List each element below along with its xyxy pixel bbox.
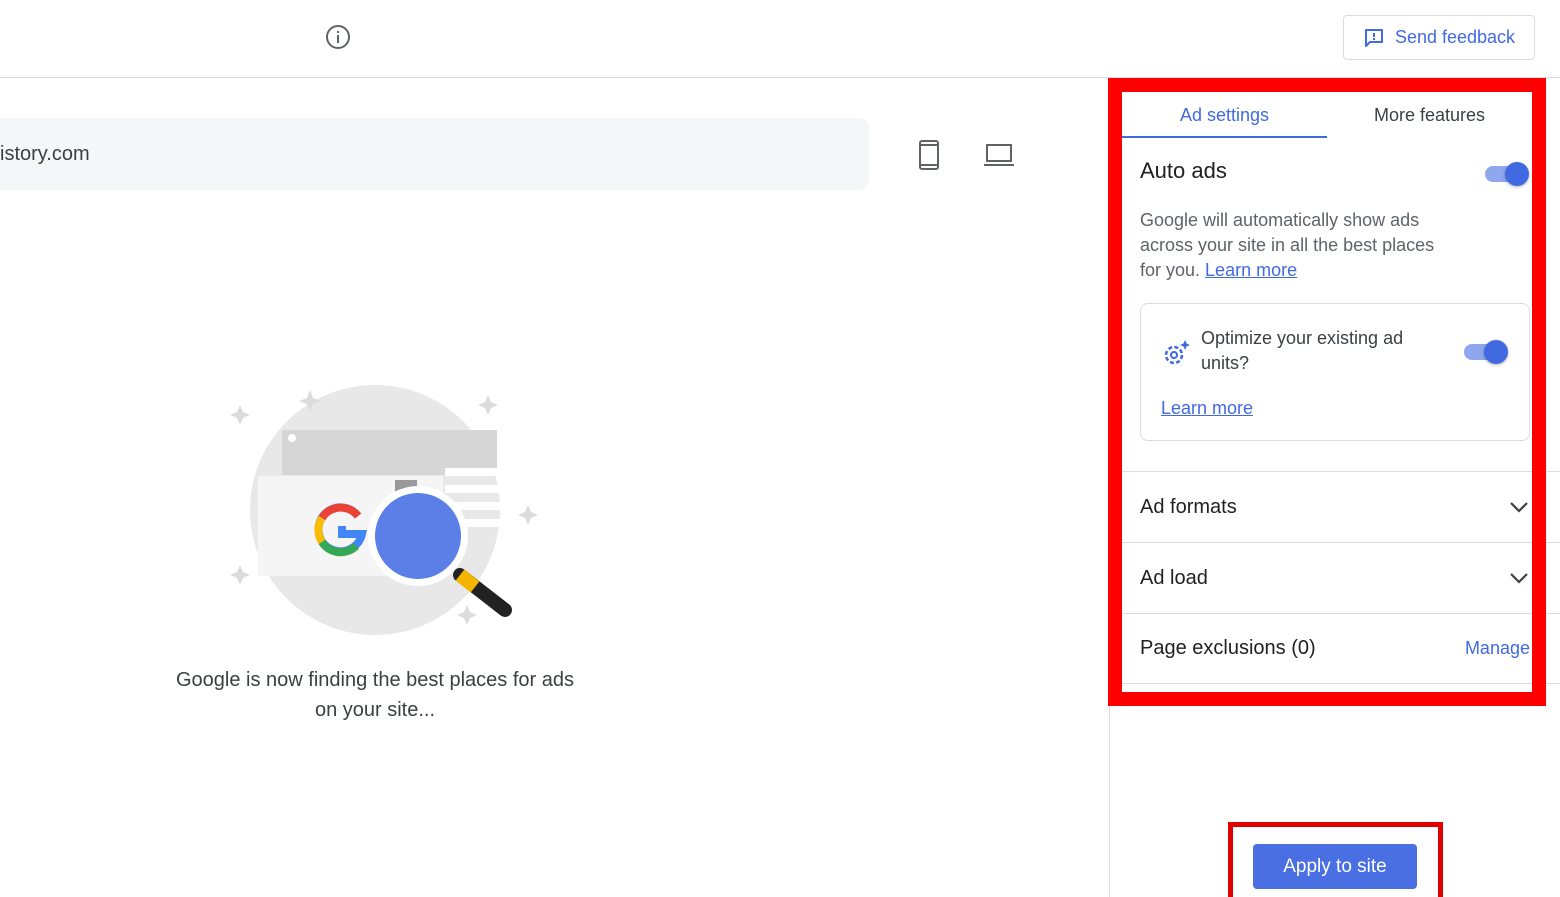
page-exclusions-row: Page exclusions (0) Manage (1122, 613, 1560, 684)
loading-message: Google is now finding the best places fo… (175, 669, 575, 721)
auto-ads-learn-more-link[interactable]: Learn more (1205, 260, 1297, 280)
url-bar[interactable]: istory.com (0, 118, 869, 190)
url-text: istory.com (0, 142, 90, 165)
ad-load-row[interactable]: Ad load (1122, 542, 1560, 613)
apply-to-site-button[interactable]: Apply to site (1253, 844, 1417, 889)
toggle-knob (1505, 162, 1529, 186)
chevron-down-icon (1510, 502, 1528, 513)
send-feedback-label: Send feedback (1394, 27, 1516, 47)
feedback-icon (1364, 28, 1383, 47)
toggle-knob (1484, 340, 1508, 364)
ad-formats-label: Ad formats (1140, 495, 1237, 518)
settings-tabs: Ad settings More features (1122, 92, 1532, 138)
info-icon[interactable] (325, 24, 351, 50)
optimize-text: Optimize your existing ad units? (1201, 328, 1404, 373)
tab-ad-settings[interactable]: Ad settings (1122, 92, 1327, 138)
ad-formats-row[interactable]: Ad formats (1122, 471, 1560, 542)
top-bar: Send feedback (0, 0, 1560, 78)
desktop-device-icon[interactable] (983, 142, 1015, 168)
auto-ads-toggle[interactable] (1485, 162, 1531, 186)
ad-load-label: Ad load (1140, 566, 1208, 589)
chevron-down-icon (1510, 573, 1528, 584)
tab-more-features[interactable]: More features (1327, 92, 1532, 138)
searching-illustration (230, 385, 538, 635)
optimize-toggle[interactable] (1464, 340, 1510, 364)
manage-link[interactable]: Manage (1465, 638, 1530, 659)
auto-ads-title: Auto ads (1140, 158, 1227, 183)
optimize-learn-more-link[interactable]: Learn more (1161, 398, 1253, 419)
sparkle-gear-icon (1164, 340, 1190, 365)
send-feedback-button[interactable]: Send feedback (1343, 15, 1535, 60)
page-exclusions-label: Page exclusions (0) (1140, 637, 1316, 659)
auto-ads-description: Google will automatically show ads acros… (1140, 208, 1460, 283)
mobile-device-icon[interactable] (917, 139, 941, 171)
optimize-card: Optimize your existing ad units? Learn m… (1140, 303, 1530, 441)
